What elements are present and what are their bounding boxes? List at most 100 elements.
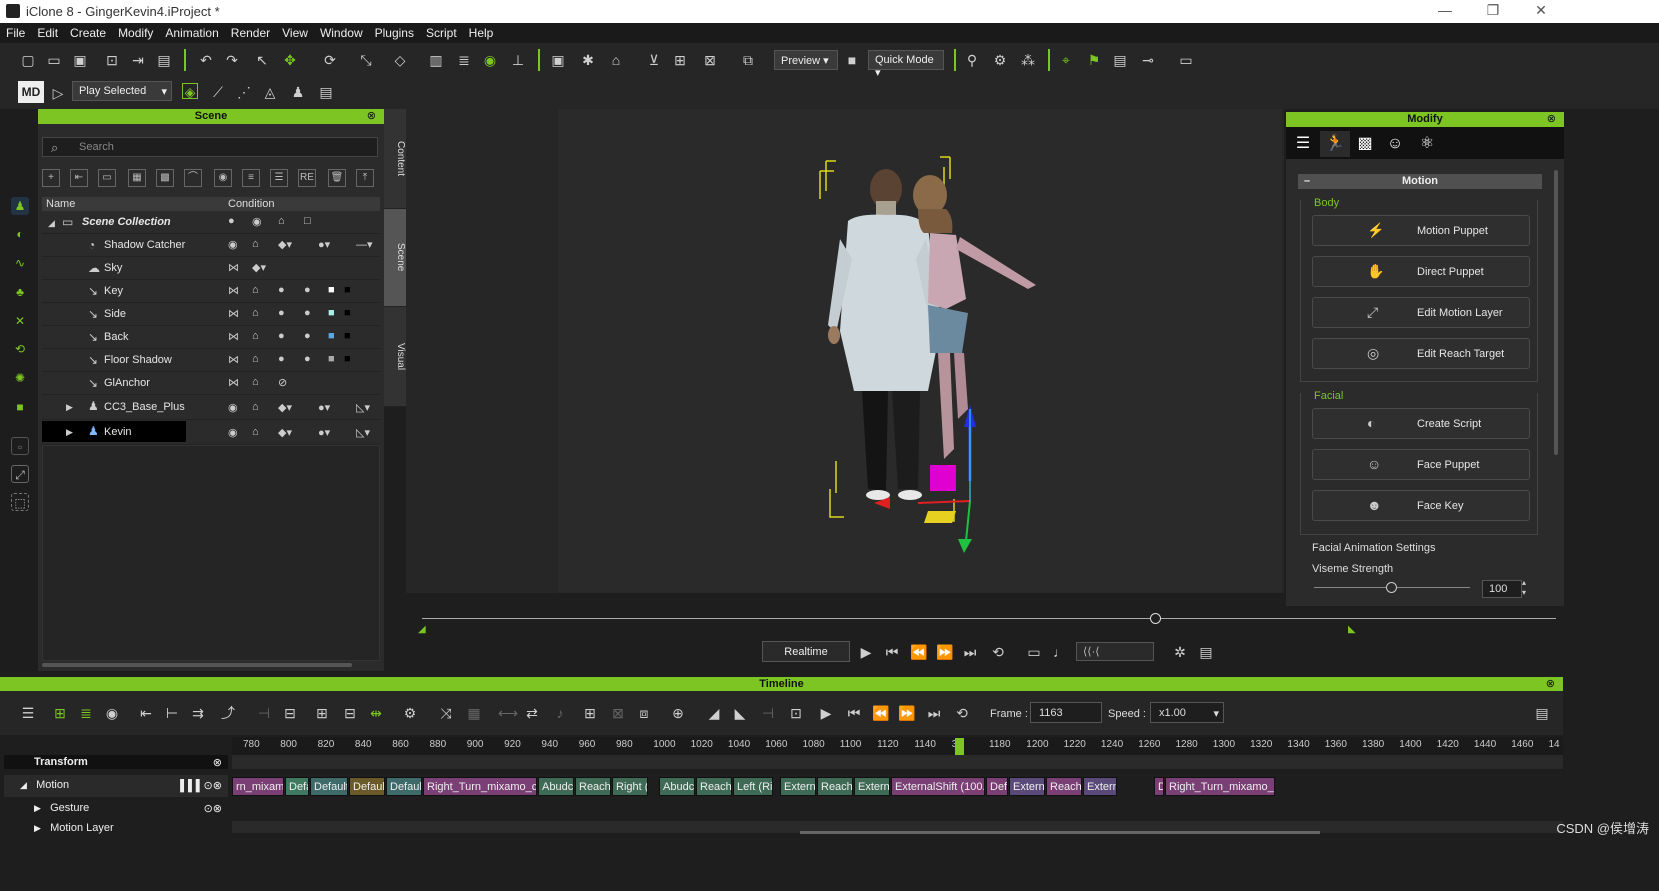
dot-icon[interactable]: ●	[278, 353, 285, 365]
go-start-icon[interactable]: ⏮	[884, 644, 900, 660]
sliders-icon[interactable]: ☰	[1288, 131, 1318, 157]
menu-animation[interactable]: Animation	[159, 23, 224, 40]
tab-scene[interactable]: Scene	[384, 209, 406, 307]
menu-script[interactable]: Script	[420, 23, 463, 40]
play-icon[interactable]: ▶	[818, 705, 834, 721]
sync-icon[interactable]: ⇄	[524, 705, 540, 721]
eye-icon[interactable]: ◉	[228, 426, 238, 439]
motion-clip[interactable]: Externa	[780, 777, 816, 796]
sphere-icon[interactable]: ●▾	[318, 426, 330, 439]
spinner-arrows-icon[interactable]: ▴ ▾	[1522, 578, 1526, 598]
lock-icon[interactable]: ⌂	[252, 330, 259, 342]
collapse-tracks-icon[interactable]: ⇤	[138, 705, 154, 721]
character-icon[interactable]: ♟	[11, 197, 29, 215]
list-detail-icon[interactable]: ☰	[270, 169, 288, 187]
cube-icon[interactable]: ◆▾	[252, 261, 266, 274]
motion-clip[interactable]: ExternalShift (100.0(	[891, 777, 985, 796]
eye-closed-icon[interactable]: ⋈	[228, 376, 239, 389]
tree-row-key[interactable]: ↘ Key ⋈ ⌂ ● ● ■ ■	[42, 281, 380, 303]
zoom-icon[interactable]: ⊕	[670, 705, 686, 721]
layers-icon[interactable]: ≣	[456, 52, 472, 68]
tree-icon[interactable]: ♣	[11, 283, 29, 301]
align-left-icon[interactable]: ◢	[706, 705, 722, 721]
loop-icon[interactable]: ⟲	[954, 705, 970, 721]
timeline-scrollbar[interactable]	[800, 831, 1320, 834]
tab-content[interactable]: Content	[384, 109, 406, 209]
ik-icon[interactable]: ⌖	[1058, 52, 1074, 68]
frame-time-field[interactable]: ⟨⟨·⟨	[1076, 642, 1154, 661]
transform-key-row[interactable]	[232, 755, 1563, 769]
motion-clip[interactable]: Externa	[1083, 777, 1117, 796]
frame-icon[interactable]: ▣	[550, 52, 566, 68]
link-icon[interactable]: ⌒	[184, 169, 202, 187]
export-icon[interactable]: ⊡	[104, 52, 120, 68]
motion-clip[interactable]: Left (Ri	[733, 777, 773, 796]
expand-arrow-icon[interactable]: ▶	[34, 823, 41, 833]
physics-icon[interactable]: ⚲	[964, 52, 980, 68]
visibility-icon[interactable]: ◉	[482, 52, 498, 68]
tab-visual[interactable]: Visual	[384, 307, 406, 407]
path-icon[interactable]: ⟋	[210, 84, 226, 100]
light-icon[interactable]: ✱	[580, 52, 596, 68]
eye-closed-icon[interactable]: ⋈	[228, 284, 239, 297]
menu-create[interactable]: Create	[64, 23, 112, 40]
motion-clip[interactable]: Default	[349, 777, 385, 796]
play-icon[interactable]: ▶	[858, 644, 874, 660]
collapse-icon[interactable]: ▭	[98, 169, 116, 187]
motion-clip[interactable]: Def	[986, 777, 1008, 796]
split-icon[interactable]: ⊟	[282, 705, 298, 721]
eye-icon[interactable]: ◉	[228, 401, 238, 414]
sphere-icon[interactable]: ●	[304, 307, 311, 319]
motion-clip[interactable]: Default	[310, 777, 348, 796]
viseme-value-field[interactable]: 100	[1482, 580, 1522, 598]
eye-filter-icon[interactable]: ◉	[214, 169, 232, 187]
eye-closed-icon[interactable]: ⋈	[228, 330, 239, 343]
face-key-button[interactable]: ☻ Face Key	[1312, 490, 1530, 521]
cube-icon[interactable]: ◆▾	[278, 426, 292, 439]
lock-icon[interactable]: ⌂	[252, 353, 259, 365]
menu-render[interactable]: Render	[225, 23, 276, 40]
home-icon[interactable]: ⌂	[608, 52, 624, 68]
go-start-icon[interactable]: ⏮	[846, 705, 862, 721]
motion-clip[interactable]: Right_Turn_mixamo_con	[423, 777, 537, 796]
play-icon[interactable]: ▷	[50, 85, 66, 101]
range-icon[interactable]: ⊟	[342, 705, 358, 721]
particle-icon[interactable]: ✺	[11, 369, 29, 387]
eye-icon[interactable]: ◉	[252, 215, 262, 228]
snap-icon[interactable]: ◇	[392, 52, 408, 68]
spring-icon[interactable]: ⚙	[992, 52, 1008, 68]
go-end-icon[interactable]: ⏭	[962, 644, 978, 660]
terrain-icon[interactable]: ◬	[262, 84, 278, 100]
create-script-button[interactable]: ◐ Create Script	[1312, 408, 1530, 439]
viseme-slider-handle[interactable]	[1386, 582, 1397, 593]
list-icon[interactable]: ≡	[242, 169, 260, 187]
next-frame-icon[interactable]: ⏩	[898, 705, 915, 721]
eye-closed-icon[interactable]: ⋈	[228, 261, 239, 274]
undo-icon[interactable]: ↶	[198, 52, 214, 68]
disabled-tool-icon[interactable]: ⟷	[498, 705, 518, 721]
color-swatch-icon[interactable]: ■	[344, 330, 351, 342]
tree-row-scene-collection[interactable]: ◢ ▭ Scene Collection ● ◉ ⌂ □	[42, 212, 380, 234]
eye-icon[interactable]: ◉	[228, 238, 238, 251]
scene-search-input[interactable]: ⌕ Search	[42, 137, 378, 157]
color-swatch-icon[interactable]: ■	[328, 330, 335, 342]
tree-row-floor-shadow[interactable]: ↘ Floor Shadow ⋈ ⌂ ● ● ■ ■	[42, 350, 380, 372]
motion-clip[interactable]: Defa	[285, 777, 309, 796]
menu-plugins[interactable]: Plugins	[369, 23, 420, 40]
disabled-tool-icon[interactable]: ⊣	[760, 705, 776, 721]
menu-edit[interactable]: Edit	[31, 23, 64, 40]
motion-director-icon[interactable]: MD	[18, 81, 44, 103]
stack-icon[interactable]: ≣	[78, 705, 94, 721]
delete-icon[interactable]: 🗑	[328, 169, 346, 187]
sphere-icon[interactable]: ●▾	[318, 401, 330, 414]
disabled-tool-icon[interactable]: ▦	[466, 705, 482, 721]
video-camera-icon[interactable]: ■	[844, 52, 860, 68]
tree-row-kevin[interactable]: ▶ ♟ Kevin ◉ ⌂ ◆▾ ●▾ ◺▾	[42, 421, 380, 445]
track-controls-icon[interactable]: ⊙⊗	[204, 802, 222, 815]
3d-viewport[interactable]	[558, 109, 1282, 593]
settings-gear-icon[interactable]: ✲	[1172, 644, 1188, 660]
sphere-icon[interactable]: ●	[304, 353, 311, 365]
quick-mode-dropdown[interactable]: Quick Mode ▾	[868, 50, 944, 79]
disabled-tool-icon[interactable]: ♪	[552, 705, 568, 721]
range-start-marker-icon[interactable]: ◢	[418, 624, 426, 635]
